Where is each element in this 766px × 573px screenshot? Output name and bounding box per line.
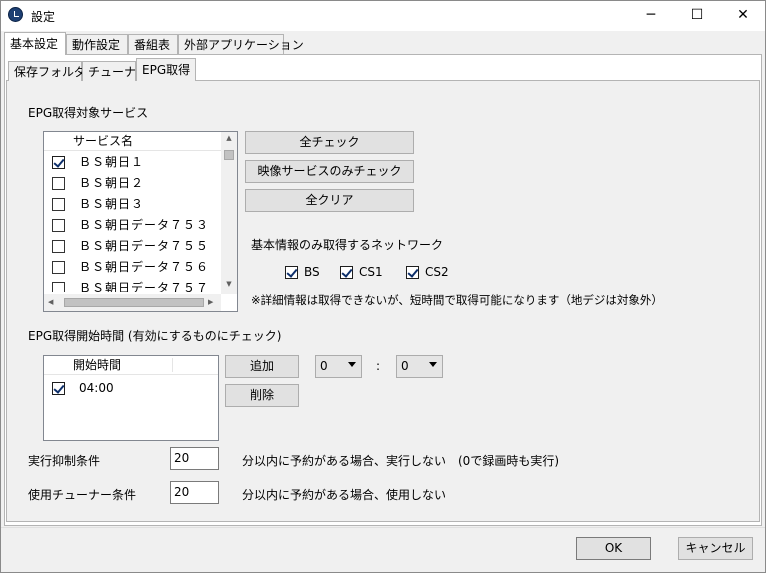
scroll-right-icon[interactable]: ▶ <box>208 298 213 306</box>
tab-save-folder[interactable]: 保存フォルダ <box>8 61 86 81</box>
service-list-header: サービス名 <box>44 132 221 151</box>
start-time-list-header: 開始時間 <box>44 356 218 375</box>
scroll-up-icon[interactable]: ▲ <box>221 134 237 142</box>
service-label: ＢＳ朝日２ <box>79 176 145 190</box>
chevron-down-icon <box>429 362 437 367</box>
add-time-button[interactable]: 追加 <box>225 355 299 378</box>
bs-checkbox[interactable] <box>285 266 298 279</box>
service-label: ＢＳ朝日１ <box>79 155 145 169</box>
time-separator: : <box>376 359 381 373</box>
app-clock-icon <box>8 7 23 22</box>
minute-select[interactable]: 0 <box>396 355 443 378</box>
footer-divider <box>0 527 766 528</box>
service-checkbox[interactable] <box>52 156 65 169</box>
start-time-label: 04:00 <box>79 381 114 395</box>
service-checkbox[interactable] <box>52 219 65 232</box>
service-checkbox[interactable] <box>52 261 65 274</box>
scroll-left-icon[interactable]: ◀ <box>48 298 53 306</box>
suppress-minutes-input[interactable]: 20 <box>170 447 219 470</box>
bs-label: BS <box>304 265 320 279</box>
chevron-down-icon <box>348 362 356 367</box>
clear-all-button[interactable]: 全クリア <box>245 189 414 212</box>
tuner-minutes-input[interactable]: 20 <box>170 481 219 504</box>
service-label: ＢＳ朝日データ７５６ <box>79 260 210 274</box>
basic-info-network-label: 基本情報のみ取得するネットワーク <box>251 238 444 252</box>
hour-value: 0 <box>320 359 328 373</box>
network-note: ※詳細情報は取得できないが、短時間で取得可能になります（地デジは対象外） <box>251 293 663 307</box>
tab-external-apps[interactable]: 外部アプリケーション <box>178 34 304 54</box>
service-checkbox[interactable] <box>52 177 65 190</box>
service-label: ＢＳ朝日データ７５７ <box>79 281 210 292</box>
close-button[interactable]: ✕ <box>720 0 766 31</box>
service-checkbox[interactable] <box>52 282 65 292</box>
cs1-checkbox[interactable] <box>340 266 353 279</box>
hscroll-thumb[interactable] <box>64 298 204 307</box>
service-list-body: ＢＳ朝日１ ＢＳ朝日２ ＢＳ朝日３ ＢＳ朝日データ７５３ ＢＳ朝日データ７５５ … <box>44 152 221 292</box>
service-list-hscrollbar[interactable]: ◀ ▶ <box>44 294 221 311</box>
vscroll-thumb[interactable] <box>224 150 234 160</box>
service-checkbox[interactable] <box>52 198 65 211</box>
cancel-button[interactable]: キャンセル <box>678 537 753 560</box>
scroll-down-icon[interactable]: ▼ <box>221 280 237 288</box>
start-time-section-label: EPG取得開始時間 (有効にするものにチェック) <box>28 329 282 343</box>
check-video-services-button[interactable]: 映像サービスのみチェック <box>245 160 414 183</box>
tab-operation-settings[interactable]: 動作設定 <box>66 34 128 54</box>
suppress-condition-label: 実行抑制条件 <box>28 454 101 468</box>
hour-select[interactable]: 0 <box>315 355 362 378</box>
minimize-button[interactable]: ─ <box>628 0 674 31</box>
minute-value: 0 <box>401 359 409 373</box>
tab-tuner[interactable]: チューナー <box>82 61 148 81</box>
window-title: 設定 <box>31 10 56 24</box>
column-divider <box>172 358 173 372</box>
cs2-label: CS2 <box>425 265 449 279</box>
tuner-condition-label: 使用チューナー条件 <box>28 488 137 502</box>
service-list-vscrollbar[interactable]: ▲ ▼ <box>221 132 237 294</box>
start-time-checkbox[interactable] <box>52 382 65 395</box>
tab-epg-acquisition[interactable]: EPG取得 <box>136 58 196 81</box>
service-list[interactable]: サービス名 ＢＳ朝日１ ＢＳ朝日２ ＢＳ朝日３ ＢＳ朝日データ７５３ ＢＳ朝日デ… <box>43 131 238 312</box>
ok-button[interactable]: OK <box>576 537 651 560</box>
title-bar[interactable]: 設定 ─ ☐ ✕ <box>0 0 766 31</box>
start-time-column: 開始時間 <box>73 358 122 372</box>
service-label: ＢＳ朝日データ７５３ <box>79 218 210 232</box>
service-label: ＢＳ朝日３ <box>79 197 145 211</box>
service-checkbox[interactable] <box>52 240 65 253</box>
maximize-button[interactable]: ☐ <box>674 0 720 31</box>
check-all-button[interactable]: 全チェック <box>245 131 414 154</box>
cs2-checkbox[interactable] <box>406 266 419 279</box>
start-time-list[interactable]: 開始時間 04:00 <box>43 355 219 441</box>
cs1-label: CS1 <box>359 265 383 279</box>
suppress-condition-text: 分以内に予約がある場合、実行しない (0で録画時も実行) <box>242 454 560 468</box>
service-name-column: サービス名 <box>73 134 134 148</box>
epg-services-label: EPG取得対象サービス <box>28 106 149 120</box>
tab-program-guide[interactable]: 番組表 <box>128 34 178 54</box>
service-label: ＢＳ朝日データ７５５ <box>79 239 210 253</box>
tuner-condition-text: 分以内に予約がある場合、使用しない <box>242 488 447 502</box>
delete-time-button[interactable]: 削除 <box>225 384 299 407</box>
tab-basic-settings[interactable]: 基本設定 <box>4 32 66 55</box>
